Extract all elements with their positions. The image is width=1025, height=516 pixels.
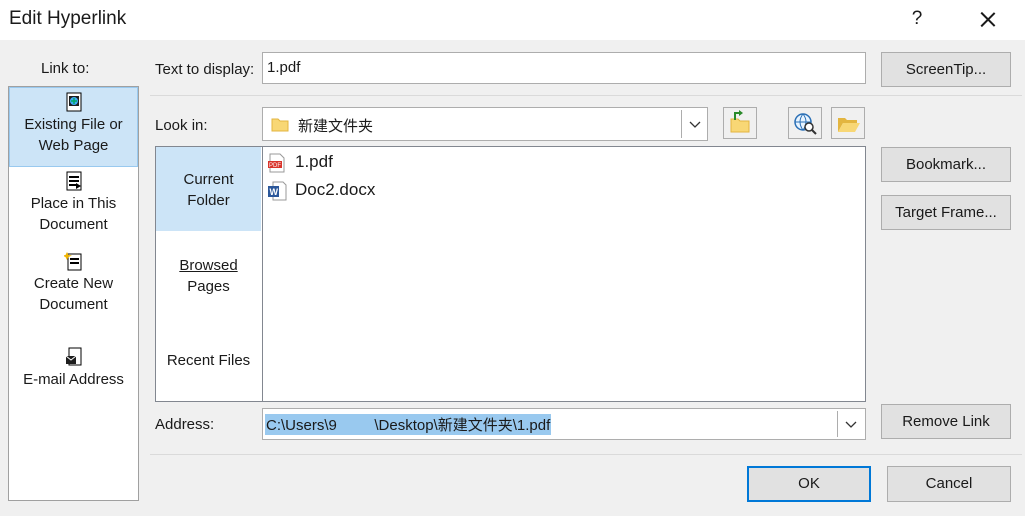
target-frame-button[interactable]: Target Frame... [881, 195, 1011, 230]
link-to-place-in-document[interactable]: Place in This Document [9, 171, 138, 241]
cancel-button[interactable]: Cancel [887, 466, 1011, 502]
title-bar [0, 0, 1025, 40]
ok-button[interactable]: OK [747, 466, 871, 502]
pdf-file-icon: PDF [268, 153, 285, 173]
link-to-email-address[interactable]: E-mail Address [9, 347, 138, 397]
nav-browsed-pages[interactable]: Browsed Pages [156, 255, 261, 299]
dialog-title: Edit Hyperlink [9, 8, 127, 29]
existing-file-icon [66, 92, 81, 112]
separator [150, 95, 1022, 96]
nav-current-folder[interactable]: Current Folder [156, 147, 261, 231]
link-to-email-address-label: E-mail Address [23, 371, 124, 388]
address-input[interactable]: C:\Users\9 \Desktop\新建文件夹\1.pdf [262, 408, 866, 440]
up-folder-icon [730, 110, 750, 133]
bookmark-button[interactable]: Bookmark... [881, 147, 1011, 182]
folder-icon [271, 118, 289, 132]
remove-link-button[interactable]: Remove Link [881, 404, 1011, 439]
file-name: 1.pdf [295, 152, 333, 171]
browse-nav-panel: Current Folder Browsed Pages Recent Files [155, 146, 262, 402]
list-item[interactable]: W Doc2.docx [267, 177, 375, 203]
svg-text:PDF: PDF [269, 163, 281, 169]
separator [150, 454, 1022, 455]
address-value: C:\Users\9 \Desktop\新建文件夹\1.pdf [265, 414, 552, 435]
link-to-panel: Existing File or Web Page Place in This Do… [8, 86, 139, 501]
help-button[interactable]: ? [902, 4, 932, 34]
look-in-value: 新建文件夹 [298, 118, 374, 135]
new-document-icon [63, 252, 81, 271]
chevron-down-icon [689, 121, 701, 128]
text-to-display-label: Text to display: [155, 61, 255, 78]
globe-search-icon [794, 113, 817, 135]
link-to-create-new-document[interactable]: Create New Document [9, 251, 138, 321]
close-button[interactable] [970, 2, 1006, 36]
text-to-display-input[interactable]: 1.pdf [262, 52, 866, 84]
open-folder-icon [838, 118, 860, 132]
browse-web-button[interactable] [788, 107, 822, 139]
up-one-folder-button[interactable] [723, 107, 757, 139]
list-item[interactable]: PDF 1.pdf [267, 149, 333, 175]
link-to-existing-file-label: Existing File or Web Page [24, 116, 123, 154]
link-to-label: Link to: [41, 60, 90, 77]
chevron-down-icon [845, 421, 857, 428]
file-list: PDF 1.pdf W Doc2.docx [262, 146, 866, 402]
look-in-dropdown-arrow[interactable] [681, 110, 708, 138]
screentip-button[interactable]: ScreenTip... [881, 52, 1011, 87]
place-in-document-icon [66, 171, 81, 191]
nav-recent-files[interactable]: Recent Files [156, 350, 261, 372]
link-to-existing-file[interactable]: Existing File or Web Page [9, 87, 138, 167]
link-to-create-new-document-label: Create New Document [33, 275, 114, 313]
link-to-place-in-document-label: Place in This Document [30, 195, 117, 233]
address-label: Address: [155, 416, 215, 433]
email-icon [65, 347, 81, 366]
svg-text:W: W [270, 187, 279, 197]
word-file-icon: W [268, 181, 287, 201]
browse-file-button[interactable] [831, 107, 865, 139]
file-name: Doc2.docx [295, 180, 376, 199]
look-in-label: Look in: [155, 117, 208, 134]
look-in-dropdown[interactable]: 新建文件夹 [262, 107, 708, 141]
address-dropdown-arrow[interactable] [837, 411, 864, 437]
